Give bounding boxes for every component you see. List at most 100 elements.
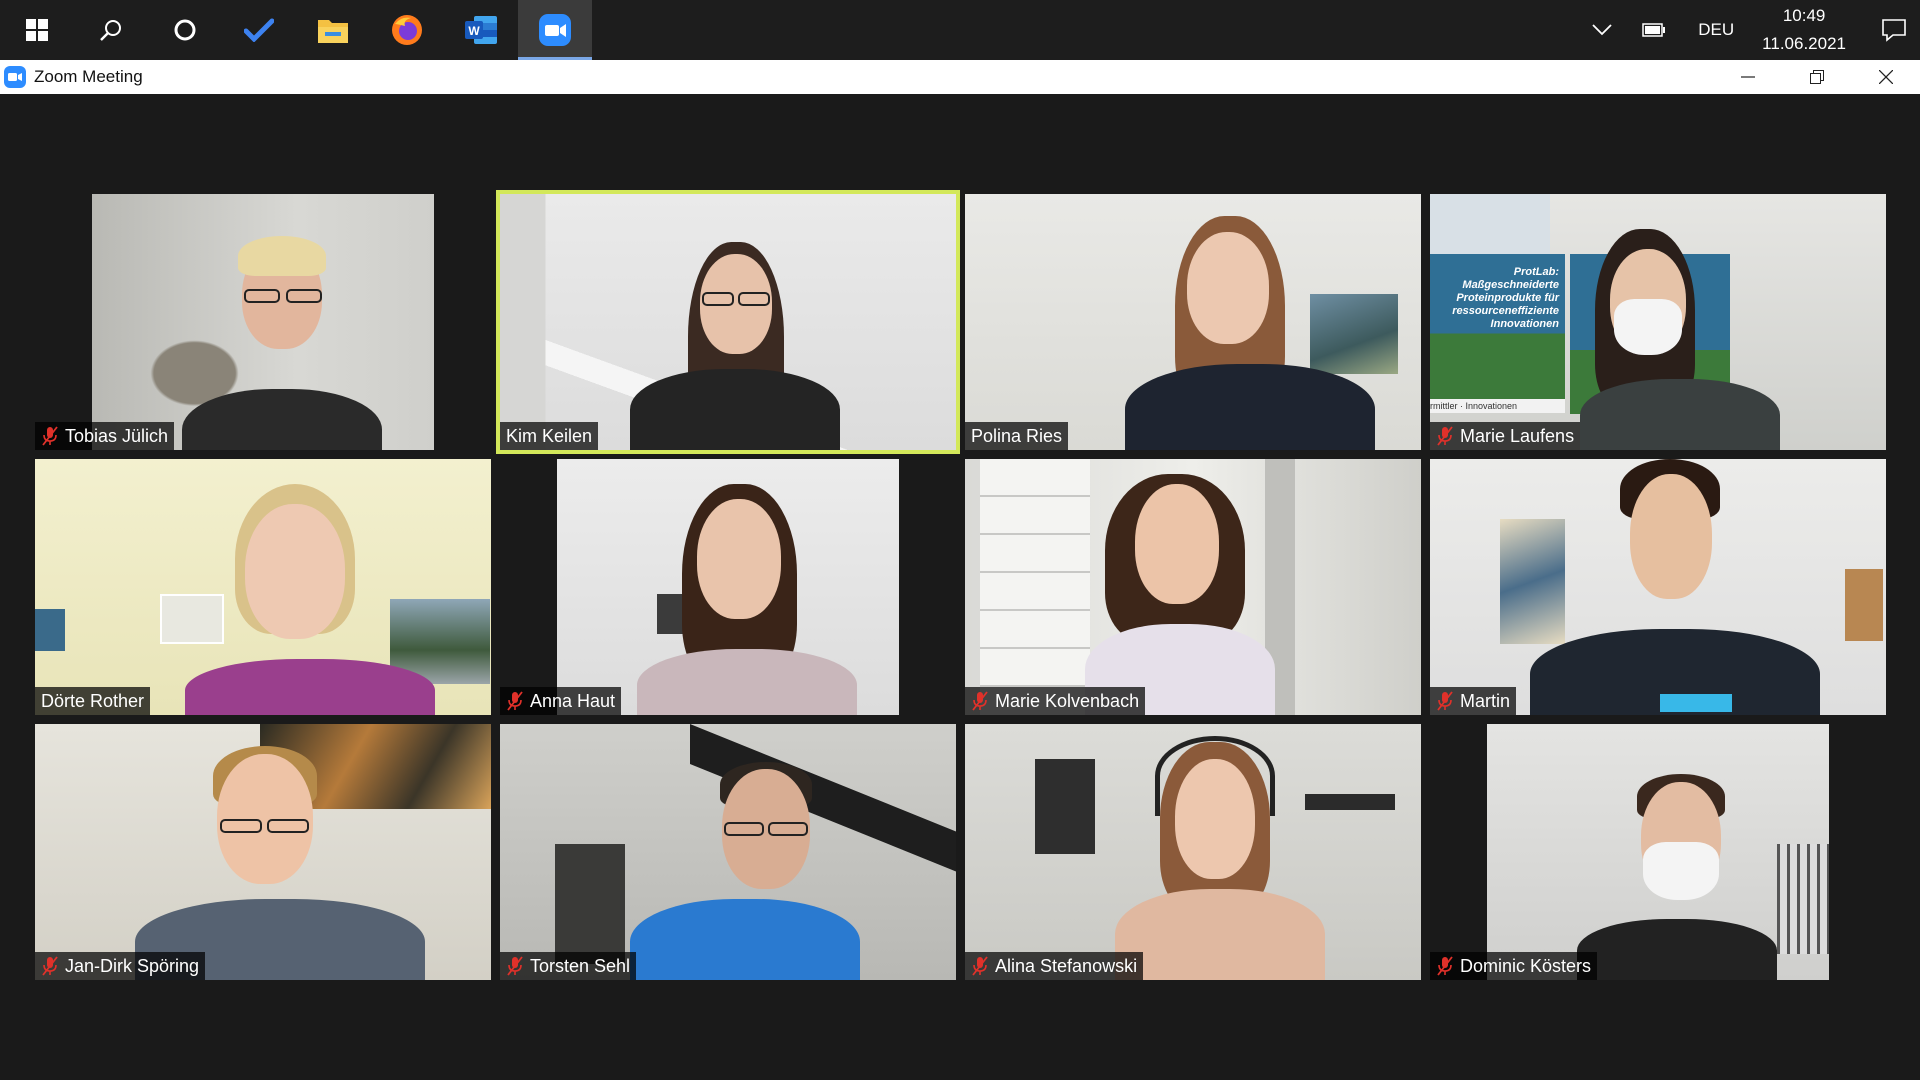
participant-name-label: Polina Ries xyxy=(965,422,1069,450)
microphone-muted-icon xyxy=(42,426,58,446)
restore-button[interactable] xyxy=(1782,60,1851,94)
windows-taskbar: W DEU 10:49 11.06.2021 xyxy=(0,0,1920,60)
participant-name: Marie Kolvenbach xyxy=(995,690,1140,711)
todo-app-button[interactable] xyxy=(222,0,296,60)
participant-name: Dörte Rother xyxy=(41,690,145,711)
action-center-button[interactable] xyxy=(1868,0,1920,60)
window-title: Zoom Meeting xyxy=(34,67,143,86)
participant-name-label: Alina Stefanowski xyxy=(965,952,1144,980)
banner-footer: rmittler · Innovationen xyxy=(1430,399,1565,413)
battery-button[interactable] xyxy=(1628,0,1680,60)
banner-line: Maßgeschneiderte xyxy=(1462,279,1559,291)
start-button[interactable] xyxy=(0,0,74,60)
video-tile[interactable]: Tobias Jülich xyxy=(35,194,491,450)
restore-icon xyxy=(1809,70,1824,84)
video-feed xyxy=(35,459,491,715)
video-feed xyxy=(35,724,491,980)
window-titlebar[interactable]: Zoom Meeting xyxy=(0,60,1920,94)
gallery-view: Tobias Jülich Kim Keilen Polina Ries Pro… xyxy=(0,94,1920,1080)
video-tile[interactable]: Anna Haut xyxy=(500,459,956,715)
participant-name: Dominic Kösters xyxy=(1460,955,1592,976)
system-tray: DEU 10:49 11.06.2021 xyxy=(1576,0,1920,60)
video-tile[interactable]: ProtLab: Maßgeschneiderte Proteinprodukt… xyxy=(1430,194,1886,450)
svg-text:W: W xyxy=(468,24,480,38)
participant-name: Jan-Dirk Spöring xyxy=(65,955,200,976)
microphone-muted-icon xyxy=(1437,956,1453,976)
video-feed xyxy=(500,724,956,980)
video-feed: ProtLab: Maßgeschneiderte Proteinprodukt… xyxy=(1430,194,1886,450)
video-tile[interactable]: Jan-Dirk Spöring xyxy=(35,724,491,980)
participant-name-label: Anna Haut xyxy=(500,687,622,715)
cortana-button[interactable] xyxy=(148,0,222,60)
participant-name: Martin xyxy=(1460,690,1511,711)
window-controls xyxy=(1713,60,1920,94)
participant-name-label: Marie Kolvenbach xyxy=(965,687,1146,715)
firefox-button[interactable] xyxy=(370,0,444,60)
input-language-indicator[interactable]: DEU xyxy=(1680,20,1752,40)
video-tile[interactable]: Martin xyxy=(1430,459,1886,715)
video-tile[interactable]: Torsten Sehl xyxy=(500,724,956,980)
banner-line: Innovationen xyxy=(1490,318,1559,330)
microphone-muted-icon xyxy=(1437,426,1453,446)
search-icon xyxy=(100,20,121,41)
banner-line: ressourceneffiziente xyxy=(1452,305,1559,317)
chevron-down-icon xyxy=(1592,24,1612,36)
battery-icon xyxy=(1642,23,1666,37)
show-hidden-icons-button[interactable] xyxy=(1576,0,1628,60)
participant-name: Marie Laufens xyxy=(1460,425,1575,446)
participant-name: Kim Keilen xyxy=(506,425,593,446)
participant-name: Anna Haut xyxy=(530,690,616,711)
participant-name-label: Martin xyxy=(1430,687,1517,715)
video-feed xyxy=(92,194,434,450)
participant-name: Alina Stefanowski xyxy=(995,955,1138,976)
participant-name-label: Jan-Dirk Spöring xyxy=(35,952,206,980)
word-icon: W xyxy=(465,16,497,44)
participant-name-label: Dörte Rother xyxy=(35,687,151,715)
participant-name-label: Dominic Kösters xyxy=(1430,952,1598,980)
video-tile[interactable]: Alina Stefanowski xyxy=(965,724,1421,980)
zoom-icon xyxy=(539,14,571,46)
participant-name-label: Torsten Sehl xyxy=(500,952,637,980)
video-feed xyxy=(1430,459,1886,715)
clock[interactable]: 10:49 11.06.2021 xyxy=(1752,2,1868,58)
zoom-taskbar-button[interactable] xyxy=(518,0,592,60)
video-tile[interactable]: Marie Kolvenbach xyxy=(965,459,1421,715)
participant-name-label: Kim Keilen xyxy=(500,422,599,450)
video-feed xyxy=(557,459,899,715)
microphone-muted-icon xyxy=(1437,691,1453,711)
banner-line: ProtLab: xyxy=(1513,266,1559,278)
windows-logo-icon xyxy=(26,19,48,41)
video-feed xyxy=(1487,724,1829,980)
video-tile[interactable]: Polina Ries xyxy=(965,194,1421,450)
microphone-muted-icon xyxy=(972,691,988,711)
cortana-circle-icon xyxy=(174,19,196,41)
close-button[interactable] xyxy=(1851,60,1920,94)
microphone-muted-icon xyxy=(507,956,523,976)
participant-name-label: Tobias Jülich xyxy=(35,422,175,450)
clock-date: 11.06.2021 xyxy=(1762,34,1846,53)
participant-name: Torsten Sehl xyxy=(530,955,631,976)
video-feed xyxy=(965,194,1421,450)
word-button[interactable]: W xyxy=(444,0,518,60)
clock-time: 10:49 xyxy=(1782,6,1826,25)
microphone-muted-icon xyxy=(507,691,523,711)
folder-icon xyxy=(318,20,348,43)
video-feed xyxy=(965,459,1421,715)
checkmark-icon xyxy=(244,18,274,42)
firefox-icon xyxy=(392,15,422,45)
search-button[interactable] xyxy=(74,0,148,60)
participant-name: Polina Ries xyxy=(971,425,1063,446)
microphone-muted-icon xyxy=(42,956,58,976)
participant-name: Tobias Jülich xyxy=(65,425,169,446)
video-tile-active-speaker[interactable]: Kim Keilen xyxy=(496,190,960,454)
file-explorer-button[interactable] xyxy=(296,0,370,60)
video-tile[interactable]: Dominic Kösters xyxy=(1430,724,1886,980)
video-feed xyxy=(500,194,956,450)
minimize-button[interactable] xyxy=(1713,60,1782,94)
minimize-icon xyxy=(1740,76,1755,78)
participant-name-label: Marie Laufens xyxy=(1430,422,1581,450)
close-icon xyxy=(1878,70,1893,84)
notification-icon xyxy=(1882,19,1906,42)
banner-line: Proteinprodukte für xyxy=(1456,292,1559,304)
video-tile[interactable]: Dörte Rother xyxy=(35,459,491,715)
